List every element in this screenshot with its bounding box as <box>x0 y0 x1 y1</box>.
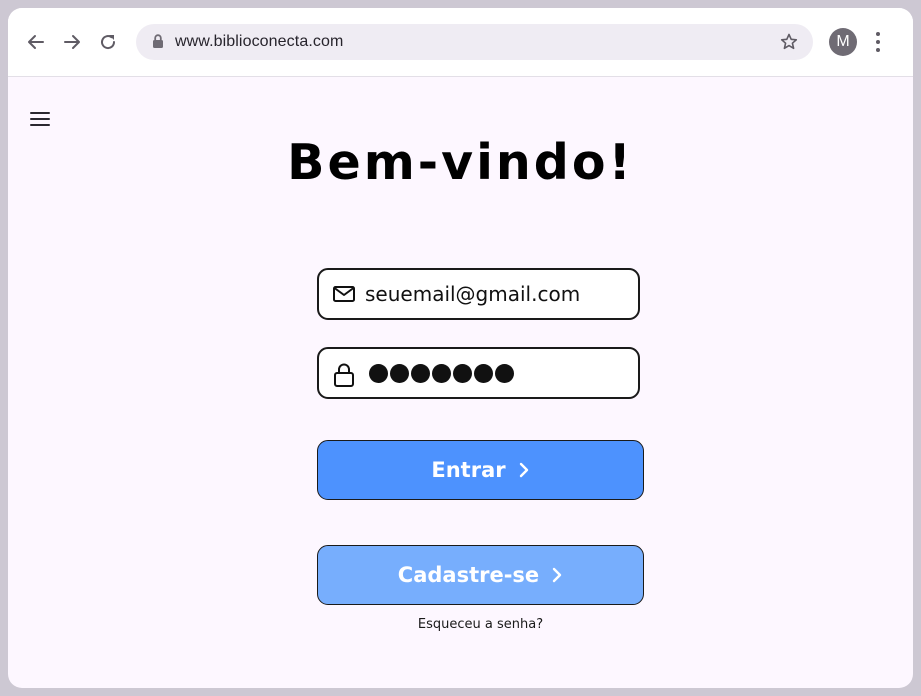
browser-toolbar: www.biblioconecta.com M <box>8 8 913 77</box>
password-field[interactable] <box>317 347 640 399</box>
back-button[interactable] <box>22 28 50 56</box>
hamburger-menu-icon[interactable] <box>30 111 50 127</box>
page-title: Bem-vindo! <box>287 134 634 191</box>
forgot-password-link[interactable]: Esqueceu a senha? <box>317 617 644 632</box>
more-menu-icon[interactable] <box>874 28 882 56</box>
chevron-right-icon <box>519 462 528 478</box>
email-field[interactable] <box>317 268 640 320</box>
arrow-left-icon <box>28 35 44 49</box>
lock-icon <box>153 34 163 48</box>
email-input[interactable] <box>365 278 633 310</box>
mail-icon <box>333 286 355 302</box>
chevron-right-icon <box>552 567 562 583</box>
forward-button[interactable] <box>58 28 86 56</box>
profile-avatar[interactable]: M <box>829 28 857 56</box>
signup-button-label: Cadastre-se <box>397 563 540 587</box>
password-mask[interactable] <box>369 364 514 383</box>
url-text[interactable]: www.biblioconecta.com <box>175 33 343 51</box>
arrow-right-icon <box>64 35 80 49</box>
login-button[interactable]: Entrar <box>317 440 644 500</box>
reload-button[interactable] <box>94 28 122 56</box>
padlock-icon <box>334 363 354 387</box>
signup-button[interactable]: Cadastre-se <box>317 545 644 605</box>
login-button-label: Entrar <box>431 458 506 482</box>
address-bar[interactable]: www.biblioconecta.com <box>136 24 813 60</box>
star-icon[interactable] <box>779 32 799 52</box>
browser-window: www.biblioconecta.com M Bem-vindo! seuem… <box>8 8 913 688</box>
reload-icon <box>101 35 116 50</box>
